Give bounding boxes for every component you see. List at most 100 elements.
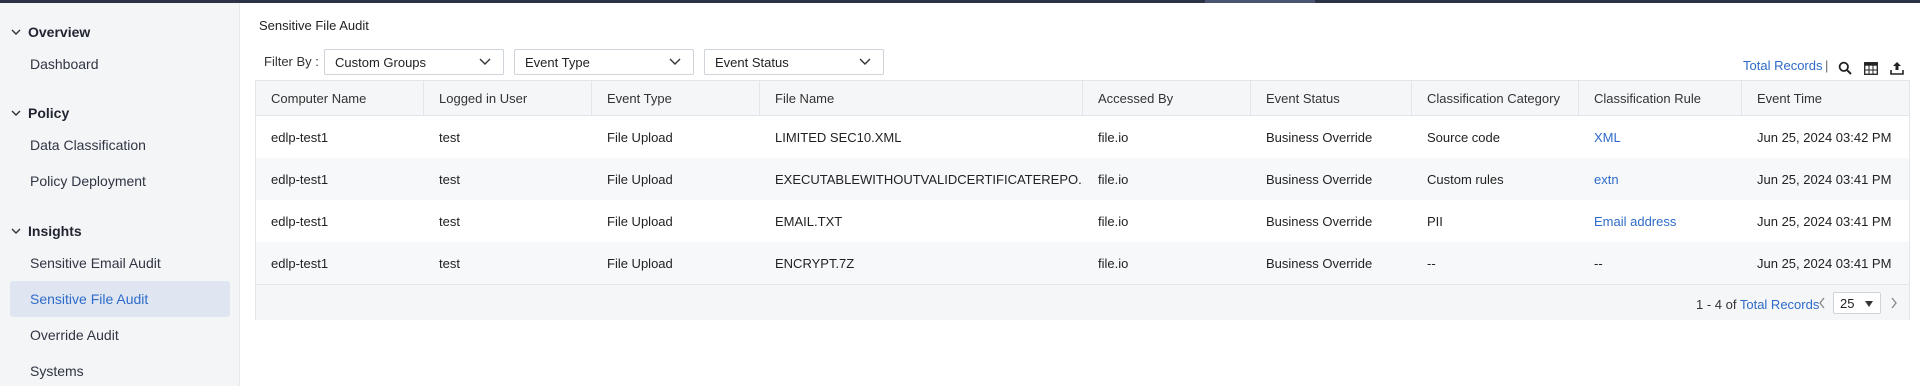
- column-header-logged-in-user[interactable]: Logged in User: [424, 81, 592, 116]
- custom-groups-dropdown[interactable]: Custom Groups: [324, 49, 504, 75]
- cell-logged-in-user: test: [439, 255, 460, 271]
- table-row[interactable]: edlp-test1 test File Upload LIMITED SEC1…: [256, 116, 1909, 158]
- filter-label: Filter By :: [264, 54, 319, 69]
- pagination-summary: 1 - 4 of Total Records: [1696, 297, 1819, 312]
- column-header-event-type[interactable]: Event Type: [592, 81, 760, 116]
- cell-accessed-by: file.io: [1098, 213, 1129, 229]
- chevron-down-icon: [859, 58, 871, 65]
- cell-classification-rule-link[interactable]: extn: [1579, 158, 1742, 200]
- column-header-file-name[interactable]: File Name: [760, 81, 1083, 116]
- cell-classification-rule-link[interactable]: XML: [1579, 116, 1742, 158]
- cell-computer-name: edlp-test1: [271, 129, 329, 145]
- cell-classification-rule: --: [1594, 255, 1603, 271]
- cell-file-name: EMAIL.TXT: [775, 213, 843, 229]
- sidebar-section-title: Policy: [28, 105, 70, 121]
- cell-classification-category: Source code: [1427, 129, 1500, 145]
- sidebar-item-policy-deployment[interactable]: Policy Deployment: [10, 163, 230, 199]
- page-size-value: 25: [1840, 295, 1855, 311]
- cell-event-time: Jun 25, 2024 03:41 PM: [1757, 255, 1892, 271]
- cell-event-status: Business Override: [1266, 171, 1373, 187]
- caret-down-icon: [1865, 301, 1873, 307]
- column-header-classification-rule[interactable]: Classification Rule: [1579, 81, 1742, 116]
- cell-event-type: File Upload: [607, 255, 673, 271]
- sidebar-item-label: Data Classification: [30, 137, 146, 153]
- sidebar-item-dashboard[interactable]: Dashboard: [10, 46, 230, 82]
- chevron-left-icon[interactable]: [1816, 296, 1828, 310]
- cell-classification-category: --: [1427, 255, 1436, 271]
- main-content: Sensitive File Audit Filter By : Custom …: [241, 3, 1920, 386]
- chevron-right-icon[interactable]: [1888, 296, 1900, 310]
- cell-computer-name: edlp-test1: [271, 213, 329, 229]
- cell-computer-name: edlp-test1: [271, 171, 329, 187]
- sidebar-section-insights[interactable]: Insights: [10, 221, 82, 241]
- table-columns-icon[interactable]: [1863, 60, 1879, 76]
- cell-file-name: ENCRYPT.7Z: [775, 255, 855, 271]
- cell-event-status: Business Override: [1266, 129, 1373, 145]
- cell-logged-in-user: test: [439, 171, 460, 187]
- sidebar-item-sensitive-email-audit[interactable]: Sensitive Email Audit: [10, 245, 230, 281]
- page-size-select[interactable]: 25: [1833, 292, 1881, 314]
- pagination-range: 1 - 4 of: [1696, 297, 1737, 312]
- cell-logged-in-user: test: [439, 213, 460, 229]
- sidebar-section-title: Overview: [28, 24, 91, 40]
- chevron-down-icon: [669, 58, 681, 65]
- cell-event-time: Jun 25, 2024 03:42 PM: [1757, 129, 1892, 145]
- cell-accessed-by: file.io: [1098, 255, 1129, 271]
- cell-event-status: Business Override: [1266, 213, 1373, 229]
- search-icon[interactable]: [1837, 60, 1853, 76]
- cell-file-name: EXECUTABLEWITHOUTVALIDCERTIFICATEREPO...: [775, 171, 1083, 187]
- table-header: Computer Name Logged in User Event Type …: [256, 81, 1909, 116]
- sidebar-section-overview[interactable]: Overview: [10, 22, 90, 42]
- chevron-down-icon: [479, 58, 491, 65]
- table-footer: 1 - 4 of Total Records 25: [256, 284, 1909, 320]
- table-row[interactable]: edlp-test1 test File Upload EMAIL.TXT fi…: [256, 200, 1909, 242]
- cell-event-time: Jun 25, 2024 03:41 PM: [1757, 171, 1892, 187]
- cell-event-type: File Upload: [607, 171, 673, 187]
- table-row[interactable]: edlp-test1 test File Upload ENCRYPT.7Z f…: [256, 242, 1909, 284]
- table-row[interactable]: edlp-test1 test File Upload EXECUTABLEWI…: [256, 158, 1909, 200]
- dropdown-value: Event Type: [525, 54, 590, 70]
- sidebar-item-systems[interactable]: Systems: [10, 353, 230, 386]
- chevron-down-icon: [10, 107, 22, 119]
- sidebar-item-override-audit[interactable]: Override Audit: [10, 317, 230, 353]
- chevron-down-icon: [10, 26, 22, 38]
- event-type-dropdown[interactable]: Event Type: [514, 49, 694, 75]
- event-status-dropdown[interactable]: Event Status: [704, 49, 884, 75]
- sidebar-section-title: Insights: [28, 223, 82, 239]
- column-header-accessed-by[interactable]: Accessed By: [1083, 81, 1251, 116]
- cell-accessed-by: file.io: [1098, 129, 1129, 145]
- column-header-classification-category[interactable]: Classification Category: [1412, 81, 1579, 116]
- cell-event-time: Jun 25, 2024 03:41 PM: [1757, 213, 1892, 229]
- export-icon[interactable]: [1889, 60, 1905, 76]
- cell-computer-name: edlp-test1: [271, 255, 329, 271]
- dropdown-value: Custom Groups: [335, 54, 427, 70]
- sidebar-item-label: Sensitive Email Audit: [30, 255, 161, 271]
- cell-event-status: Business Override: [1266, 255, 1373, 271]
- cell-logged-in-user: test: [439, 129, 460, 145]
- sidebar-item-label: Policy Deployment: [30, 173, 146, 189]
- sidebar: Overview Dashboard Policy Data Classific…: [0, 3, 240, 386]
- column-header-computer-name[interactable]: Computer Name: [256, 81, 424, 116]
- chevron-down-icon: [10, 225, 22, 237]
- sidebar-item-label: Systems: [30, 363, 84, 379]
- cell-event-type: File Upload: [607, 129, 673, 145]
- dropdown-value: Event Status: [715, 54, 789, 70]
- separator: |: [1825, 58, 1829, 73]
- cell-file-name: LIMITED SEC10.XML: [775, 129, 902, 145]
- sidebar-item-sensitive-file-audit[interactable]: Sensitive File Audit: [10, 281, 230, 317]
- column-header-event-status[interactable]: Event Status: [1251, 81, 1412, 116]
- total-records-link[interactable]: Total Records: [1743, 58, 1822, 73]
- column-header-event-time[interactable]: Event Time: [1742, 81, 1911, 116]
- cell-classification-category: PII: [1427, 213, 1443, 229]
- sidebar-item-label: Override Audit: [30, 327, 119, 343]
- sidebar-item-label: Dashboard: [30, 56, 99, 72]
- sidebar-item-data-classification[interactable]: Data Classification: [10, 127, 230, 163]
- pagination-total-records-link[interactable]: Total Records: [1740, 297, 1819, 312]
- cell-accessed-by: file.io: [1098, 171, 1129, 187]
- page-title: Sensitive File Audit: [259, 18, 369, 33]
- sidebar-item-label: Sensitive File Audit: [30, 291, 149, 307]
- cell-classification-category: Custom rules: [1427, 171, 1504, 187]
- cell-classification-rule-link[interactable]: Email address: [1579, 200, 1742, 242]
- cell-event-type: File Upload: [607, 213, 673, 229]
- sidebar-section-policy[interactable]: Policy: [10, 103, 69, 123]
